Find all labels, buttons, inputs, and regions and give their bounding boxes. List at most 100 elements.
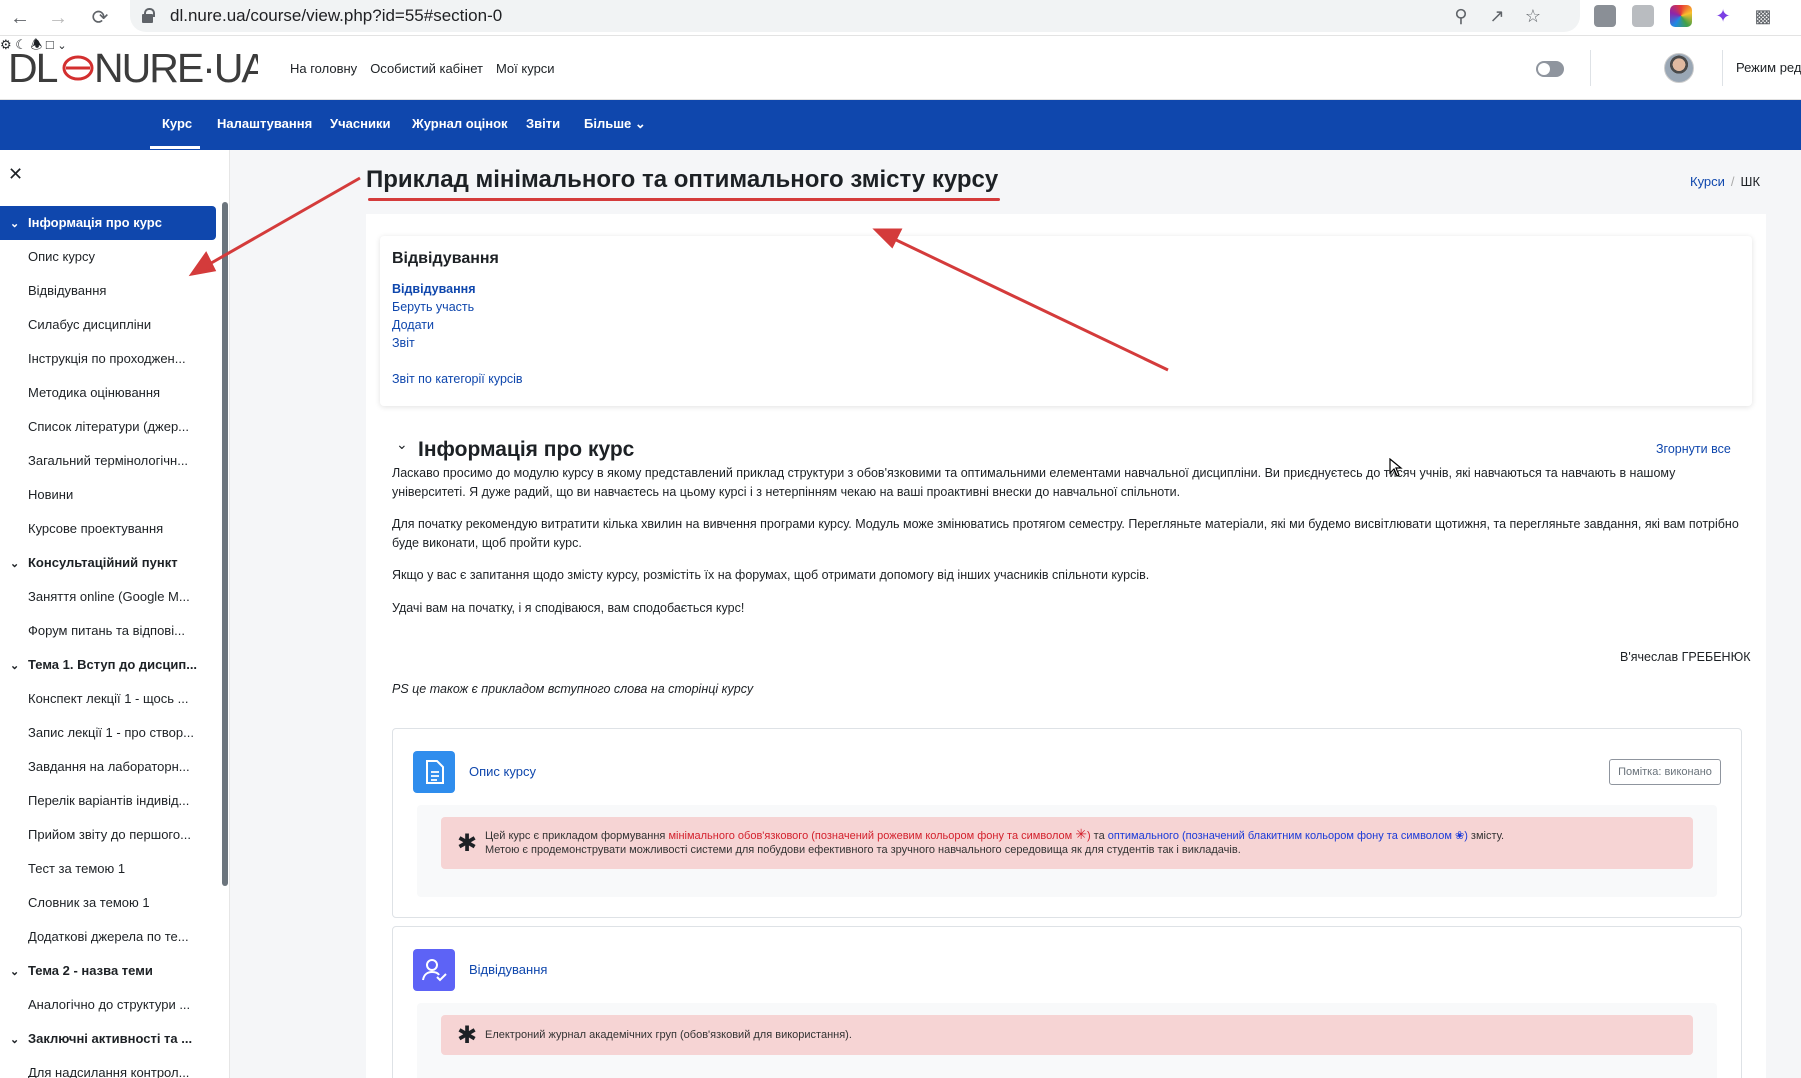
site-header: DL NURE·UA На головну Особистий кабінет …	[0, 36, 1801, 100]
chevron-down-icon[interactable]: ⌄	[10, 207, 28, 240]
puzzle-icon[interactable]: ▩	[1752, 5, 1774, 27]
breadcrumb-courses-link[interactable]: Курси	[1690, 174, 1725, 189]
edit-mode-toggle[interactable]: Режим ред	[1736, 60, 1801, 75]
asterisk-icon: ✱	[457, 1022, 478, 1049]
course-index-activity[interactable]: Силабус дисципліни	[0, 308, 216, 342]
tab-course[interactable]: Курс	[162, 116, 192, 131]
course-index-label: Форум питань та відпові...	[28, 623, 185, 638]
chevron-down-icon[interactable]: ⌄	[10, 547, 28, 580]
course-index-section[interactable]: ⌄ Заключні активності та ...	[0, 1022, 216, 1056]
course-index-activity[interactable]: Конспект лекції 1 - щось ...	[0, 682, 216, 716]
divider	[1590, 50, 1591, 86]
course-index-activity[interactable]: Завдання на лабораторн...	[0, 750, 216, 784]
tab-settings[interactable]: Налаштування	[217, 116, 312, 131]
course-index-section[interactable]: ⌄ Консультаційний пункт	[0, 546, 216, 580]
nav-home[interactable]: На головну	[290, 61, 357, 76]
tab-reports[interactable]: Звіти	[526, 116, 560, 131]
course-index-section[interactable]: ⌄ Інформація про курс	[0, 206, 216, 240]
share-icon[interactable]: ↗	[1486, 5, 1508, 27]
tab-more[interactable]: Більше ⌄	[584, 116, 646, 132]
extension-1-icon[interactable]	[1594, 5, 1616, 27]
back-icon[interactable]: ←	[6, 4, 34, 32]
add-link[interactable]: Додати	[392, 318, 434, 332]
attendance-block-title: Відвідування	[392, 250, 499, 267]
course-index-activity[interactable]: Перелік варіантів індивід...	[0, 784, 216, 818]
course-index-label: Список літератури (джер...	[28, 419, 190, 434]
chevron-down-icon[interactable]: ⌄	[10, 1023, 28, 1056]
course-index-label: Додаткові джерела по те...	[28, 929, 189, 944]
close-drawer-icon[interactable]: ✕	[8, 164, 23, 185]
required-note: ✱ Електроний журнал академічних груп (об…	[441, 1015, 1693, 1055]
course-index-label: Прийом звіту до першого...	[28, 827, 191, 842]
reload-icon[interactable]: ⟳	[86, 4, 114, 32]
section-collapse-chevron-icon[interactable]: ⌄	[396, 436, 408, 453]
course-index-activity[interactable]: Словник за темою 1	[0, 886, 216, 920]
course-index-activity[interactable]: Загальний термінологічн...	[0, 444, 216, 478]
theme-toggle[interactable]	[1536, 61, 1564, 77]
drawer-scrollbar[interactable]	[222, 202, 228, 886]
course-index-label: Запис лекції 1 - про створ...	[28, 725, 194, 740]
activity-title-link[interactable]: Відвідування	[469, 962, 547, 977]
course-index-activity[interactable]: Список літератури (джер...	[0, 410, 216, 444]
tab-participants[interactable]: Учасники	[330, 116, 390, 131]
course-index-drawer: ✕ ⌄ Інформація про курс Опис курсу Відвідув…	[0, 150, 230, 1078]
nav-dashboard[interactable]: Особистий кабінет	[370, 61, 483, 76]
course-index-activity[interactable]: Прийом звіту до першого...	[0, 818, 216, 852]
course-index-activity[interactable]: Тест за темою 1	[0, 852, 216, 886]
participate-link[interactable]: Беруть участь	[392, 300, 474, 314]
collapse-all-link[interactable]: Згорнути все	[1656, 442, 1731, 456]
course-index-activity[interactable]: Додаткові джерела по те...	[0, 920, 216, 954]
ps-note: PS це також є прикладом вступного слова …	[392, 682, 754, 696]
zoom-icon[interactable]: ⚲	[1450, 5, 1472, 27]
chevron-down-icon[interactable]: ⌄	[10, 955, 28, 988]
chevron-down-icon[interactable]: ⌄	[10, 649, 28, 682]
url-text[interactable]: dl.nure.ua/course/view.php?id=55#section…	[170, 6, 502, 26]
breadcrumb: Курси / ШК	[1690, 174, 1760, 189]
course-index-section[interactable]: ⌄ Тема 1. Вступ до дисцип...	[0, 648, 216, 682]
course-index-label: Заняття online (Google M...	[28, 589, 190, 604]
course-index-label: Тема 1. Вступ до дисцип...	[28, 657, 198, 672]
course-index-label: Заключні активності та ...	[28, 1031, 193, 1046]
course-index-activity[interactable]: Новини	[0, 478, 216, 512]
course-index-label: Тема 2 - назва теми	[28, 963, 153, 978]
course-index-activity[interactable]: Аналогічно до структури ...	[0, 988, 216, 1022]
forward-icon[interactable]: →	[44, 4, 72, 32]
course-index-activity[interactable]: Форум питань та відпові...	[0, 614, 216, 648]
user-avatar[interactable]	[1664, 53, 1694, 83]
svg-text:DL: DL	[8, 45, 58, 90]
breadcrumb-separator: /	[1730, 174, 1735, 189]
address-bar[interactable]: dl.nure.ua/course/view.php?id=55#section…	[130, 0, 1580, 32]
course-index-label: Аналогічно до структури ...	[28, 997, 191, 1012]
course-index-activity[interactable]: Відвідування	[0, 274, 216, 308]
course-index-activity[interactable]: Курсове проектування	[0, 512, 216, 546]
course-index-activity[interactable]: Інструкція по проходжен...	[0, 342, 216, 376]
nav-my-courses[interactable]: Мої курси	[496, 61, 555, 76]
report-link[interactable]: Звіт	[392, 336, 415, 350]
course-index-activity[interactable]: Заняття online (Google M...	[0, 580, 216, 614]
breadcrumb-current: ШК	[1740, 174, 1761, 189]
tab-gradebook[interactable]: Журнал оцінок	[412, 116, 508, 131]
activity-title-link[interactable]: Опис курсу	[469, 764, 536, 779]
attendance-activity-icon	[413, 949, 455, 991]
svg-text:NURE·UA: NURE·UA	[94, 45, 258, 90]
course-index-section[interactable]: ⌄ Тема 2 - назва теми	[0, 954, 216, 988]
bookmark-star-icon[interactable]: ☆	[1522, 5, 1544, 27]
course-index-activity[interactable]: Запис лекції 1 - про створ...	[0, 716, 216, 750]
site-logo[interactable]: DL NURE·UA	[8, 44, 258, 90]
category-report-link[interactable]: Звіт по категорії курсів	[392, 372, 523, 386]
signature: В'ячеслав ГРЕБЕНЮК	[1620, 650, 1751, 664]
note-line-2: Метою є продемонструвати можливості сист…	[485, 844, 1241, 856]
course-index-label: Інформація про курс	[28, 215, 162, 230]
extension-2-icon[interactable]	[1632, 5, 1654, 27]
course-index-activity[interactable]: Для надсилання контрол...	[0, 1056, 216, 1078]
activity-description: ✱ Електроний журнал академічних груп (об…	[417, 1003, 1717, 1078]
mark-done-button[interactable]: Помітка: виконано	[1609, 759, 1721, 785]
attendance-link[interactable]: Відвідування	[392, 282, 476, 296]
intro-paragraph-1: Ласкаво просимо до модулю курсу в якому …	[392, 466, 1676, 499]
sparkle-icon[interactable]: ✦	[1712, 5, 1734, 27]
course-index-activity[interactable]: Опис курсу	[0, 240, 216, 274]
course-index-activity[interactable]: Методика оцінювання	[0, 376, 216, 410]
extension-3-icon[interactable]	[1670, 5, 1692, 27]
activity-card: Відвідування ✱ Електроний журнал академі…	[392, 926, 1742, 1078]
title-annotation-underline	[368, 198, 1000, 201]
